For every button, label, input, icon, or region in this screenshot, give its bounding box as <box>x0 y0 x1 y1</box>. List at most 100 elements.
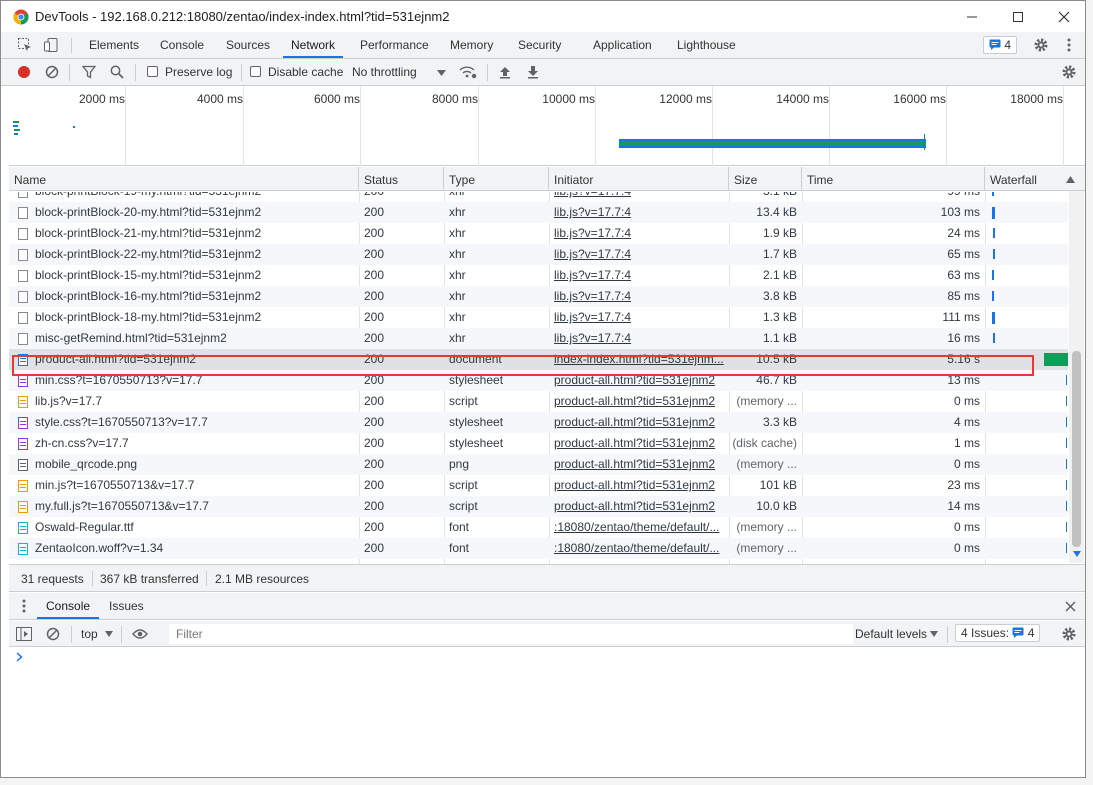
network-conditions-button[interactable] <box>458 63 478 81</box>
context-select[interactable]: top <box>81 627 98 641</box>
request-initiator[interactable]: product-all.html?tid=531ejnm2 <box>549 412 729 433</box>
close-drawer-button[interactable] <box>1062 598 1078 614</box>
request-name[interactable]: block-printBlock-16-my.html?tid=531ejnm2 <box>30 286 355 307</box>
table-row[interactable]: block-printBlock-20-my.html?tid=531ejnm2… <box>9 202 1068 223</box>
request-initiator[interactable]: lib.js?v=17.7:4 <box>549 307 729 328</box>
column-header-time[interactable]: Time <box>802 167 985 191</box>
request-name[interactable]: block-printBlock-21-my.html?tid=531ejnm2 <box>30 223 355 244</box>
request-initiator[interactable]: product-all.html?tid=531ejnm2 <box>549 454 729 475</box>
request-name[interactable]: ZentaoIcon.woff?v=1.34 <box>30 538 355 559</box>
throttling-select[interactable]: No throttling <box>352 65 417 79</box>
column-header-name[interactable]: Name <box>9 167 359 191</box>
console-prompt-icon[interactable] <box>16 651 23 665</box>
drawer-tab-issues[interactable]: Issues <box>101 593 152 619</box>
table-row[interactable]: block-printBlock-15-my.html?tid=531ejnm2… <box>9 265 1068 286</box>
tab-performance[interactable]: Performance <box>352 32 437 58</box>
more-options-button[interactable] <box>1061 36 1077 54</box>
network-overview[interactable]: 2000 ms 4000 ms 6000 ms 8000 ms 10000 ms… <box>9 86 1085 166</box>
clear-console-button[interactable] <box>44 625 62 643</box>
inspect-element-button[interactable] <box>15 36 35 54</box>
table-row[interactable]: my.full.js?t=1670550713&v=17.7 200 script p… <box>9 496 1068 517</box>
record-button[interactable] <box>15 63 33 81</box>
log-levels-select[interactable]: Default levels <box>855 627 927 641</box>
request-name[interactable]: lib.js?v=17.7 <box>30 391 355 412</box>
request-name[interactable]: block-printBlock-15-my.html?tid=531ejnm2 <box>30 265 355 286</box>
export-har-button[interactable] <box>524 63 542 81</box>
request-initiator[interactable]: :18080/zentao/theme/default/... <box>549 538 729 559</box>
scrollbar-thumb[interactable] <box>1072 351 1081 547</box>
tab-memory[interactable]: Memory <box>442 32 501 58</box>
request-initiator[interactable]: lib.js?v=17.7:4 <box>549 286 729 307</box>
request-name[interactable]: zh-cn.css?v=17.7 <box>30 433 355 454</box>
search-button[interactable] <box>108 63 126 81</box>
request-initiator[interactable]: product-all.html?tid=531ejnm2 <box>549 370 729 391</box>
column-header-type[interactable]: Type <box>444 167 549 191</box>
table-row[interactable]: block-printBlock-18-my.html?tid=531ejnm2… <box>9 307 1068 328</box>
network-settings-button[interactable] <box>1059 63 1079 81</box>
request-initiator[interactable]: lib.js?v=17.7:4 <box>549 265 729 286</box>
table-row[interactable]: style.css?t=1670550713?v=17.7 200 styleshe… <box>9 412 1068 433</box>
preserve-log-checkbox[interactable] <box>147 66 158 77</box>
table-row[interactable]: mobile_qrcode.png 200 png product-all.html?… <box>9 454 1068 475</box>
tab-elements[interactable]: Elements <box>81 32 147 58</box>
table-row[interactable]: zh-cn.css?v=17.7 200 stylesheet product-all… <box>9 433 1068 454</box>
table-row[interactable]: block-printBlock-21-my.html?tid=531ejnm2… <box>9 223 1068 244</box>
table-scrollbar[interactable] <box>1069 191 1084 563</box>
request-name[interactable]: block-printBlock-19-my.html?tid=531ejnm2 <box>30 192 355 202</box>
request-name[interactable]: block-printBlock-18-my.html?tid=531ejnm2 <box>30 307 355 328</box>
request-name[interactable]: min.css?t=1670550713?v=17.7 <box>30 370 355 391</box>
request-name[interactable]: style.css?t=1670550713?v=17.7 <box>30 412 355 433</box>
tab-network[interactable]: Network <box>283 32 344 58</box>
table-row[interactable]: misc-getRemind.html?tid=531ejnm2 200 xhr li… <box>9 328 1068 349</box>
request-initiator[interactable]: product-all.html?tid=531ejnm2 <box>549 496 729 517</box>
request-initiator[interactable]: lib.js?v=17.7:4 <box>549 192 729 202</box>
request-initiator[interactable]: product-all.html?tid=531ejnm2 <box>549 391 729 412</box>
request-initiator[interactable]: lib.js?v=17.7:4 <box>549 244 729 265</box>
tab-security[interactable]: Security <box>510 32 569 58</box>
table-row[interactable]: ZentaoIcon.woff?v=1.34 200 font:18080/zent… <box>9 538 1068 559</box>
request-initiator[interactable]: :18080/zentao/theme/default/... <box>549 517 729 538</box>
drawer-tab-console[interactable]: Console <box>37 593 100 619</box>
maximize-button[interactable] <box>995 1 1041 32</box>
drawer-menu-button[interactable] <box>19 598 29 614</box>
table-row[interactable]: min.js?t=1670550713&v=17.7 200 script produ… <box>9 475 1068 496</box>
table-row[interactable]: block-printBlock-16-my.html?tid=531ejnm2… <box>9 286 1068 307</box>
request-initiator[interactable]: product-all.html?tid=531ejnm2 <box>549 433 729 454</box>
live-expression-button[interactable] <box>130 625 150 643</box>
request-initiator[interactable]: lib.js?v=17.7:4 <box>549 223 729 244</box>
column-header-status[interactable]: Status <box>359 167 444 191</box>
tab-application[interactable]: Application <box>585 32 660 58</box>
table-row[interactable]: product-all.html?tid=531ejnm2 200 document… <box>9 349 1068 370</box>
request-name[interactable]: Oswald-Regular.ttf <box>30 517 355 538</box>
settings-button[interactable] <box>1031 36 1051 54</box>
console-settings-button[interactable] <box>1059 625 1079 643</box>
request-initiator[interactable]: lib.js?v=17.7:4 <box>549 328 729 349</box>
filter-button[interactable] <box>80 63 98 81</box>
request-initiator[interactable]: lib.js?v=17.7:4 <box>549 202 729 223</box>
minimize-button[interactable] <box>949 1 995 32</box>
tab-console[interactable]: Console <box>152 32 212 58</box>
console-filter-input[interactable]: Filter <box>169 624 853 644</box>
column-header-initiator[interactable]: Initiator <box>549 167 729 191</box>
tab-sources[interactable]: Sources <box>218 32 278 58</box>
request-initiator[interactable]: index-index.html?tid=531ejnm... <box>549 349 729 370</box>
request-name[interactable]: block-printBlock-22-my.html?tid=531ejnm2 <box>30 244 355 265</box>
close-window-button[interactable] <box>1041 1 1085 32</box>
console-issues-button[interactable]: 4 Issues: 4 <box>955 624 1041 642</box>
clear-button[interactable] <box>43 63 61 81</box>
request-initiator[interactable]: product-all.html?tid=531ejnm2 <box>549 475 729 496</box>
device-toolbar-button[interactable] <box>41 36 61 54</box>
table-row[interactable]: block-printBlock-22-my.html?tid=531ejnm2… <box>9 244 1068 265</box>
request-name[interactable]: misc-getRemind.html?tid=531ejnm2 <box>30 328 355 349</box>
request-name[interactable]: min.js?t=1670550713&v=17.7 <box>30 475 355 496</box>
import-har-button[interactable] <box>496 63 514 81</box>
request-name[interactable]: block-printBlock-20-my.html?tid=531ejnm2 <box>30 202 355 223</box>
table-row[interactable]: Oswald-Regular.ttf 200 font:18080/zentao/t… <box>9 517 1068 538</box>
table-row[interactable]: lib.js?v=17.7 200 script product-all.html?t… <box>9 391 1068 412</box>
table-row[interactable]: block-printBlock-19-my.html?tid=531ejnm2… <box>9 192 1068 202</box>
request-name[interactable]: my.full.js?t=1670550713&v=17.7 <box>30 496 355 517</box>
request-name[interactable]: product-all.html?tid=531ejnm2 <box>30 349 355 370</box>
disable-cache-checkbox[interactable] <box>250 66 261 77</box>
issues-badge-button[interactable]: 4 <box>983 36 1018 54</box>
request-name[interactable]: mobile_qrcode.png <box>30 454 355 475</box>
